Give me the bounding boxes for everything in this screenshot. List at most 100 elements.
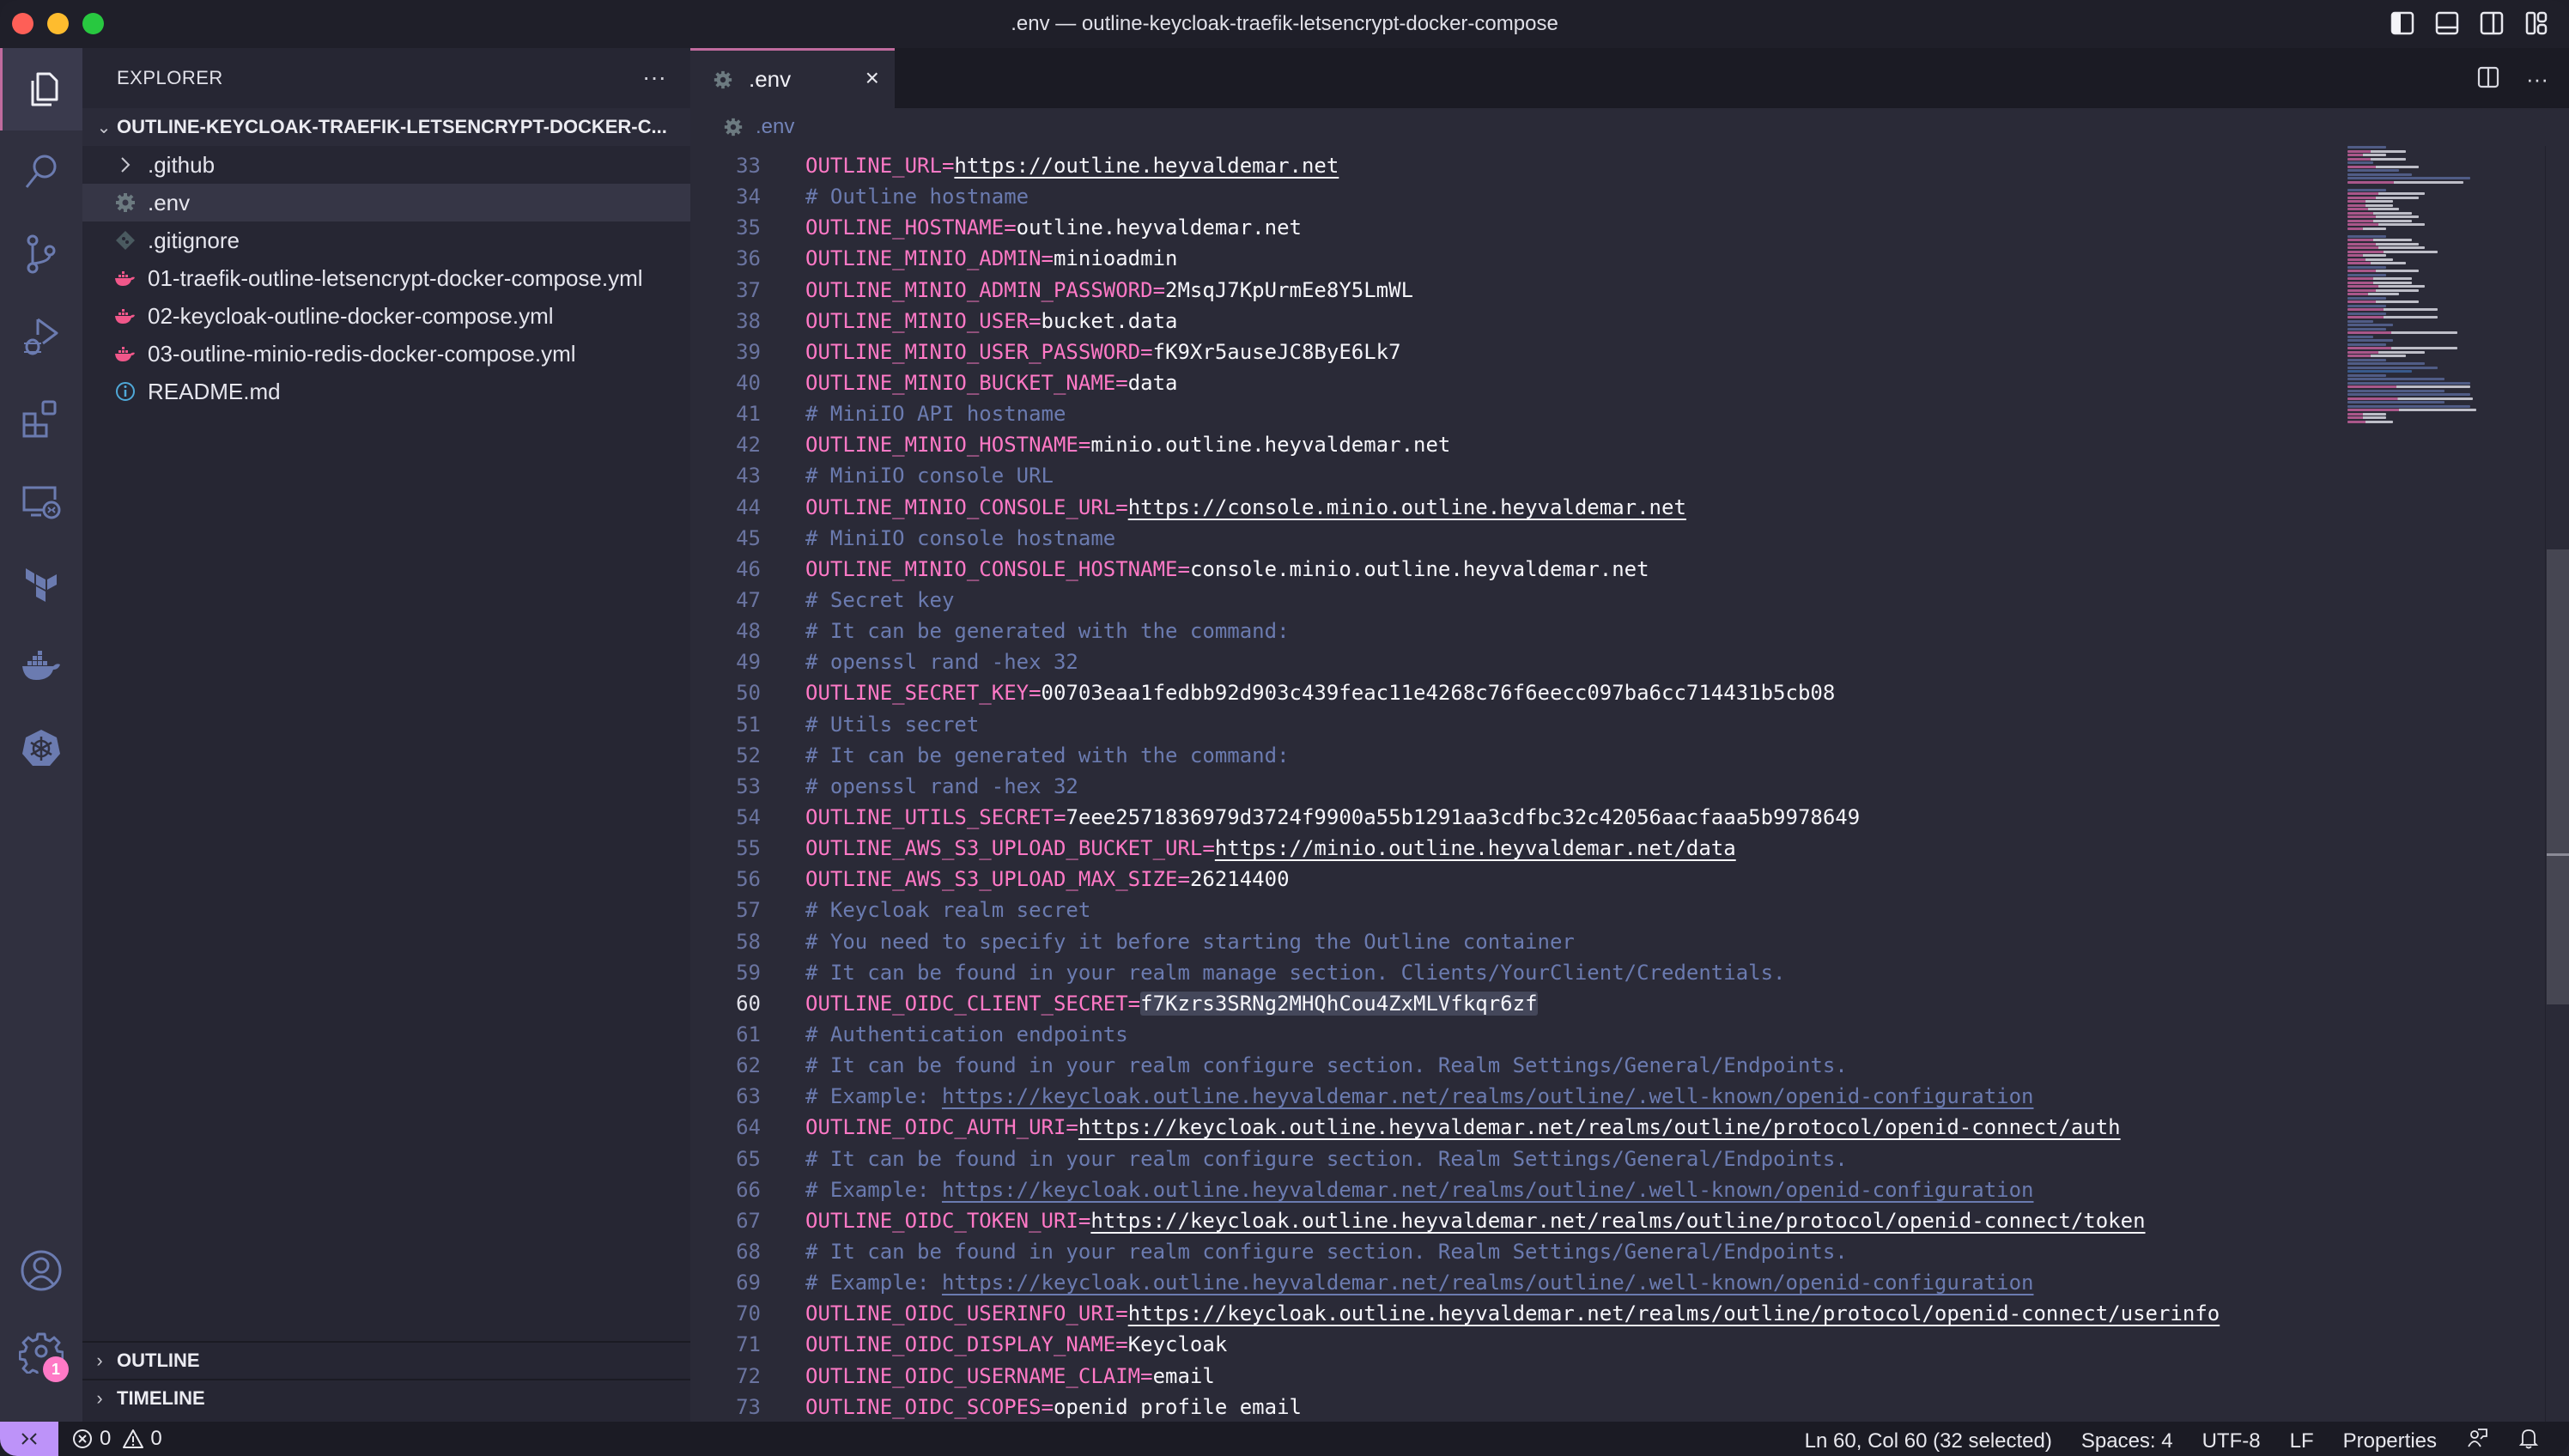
minimap-line xyxy=(2347,420,2393,423)
split-editor-icon[interactable] xyxy=(2476,65,2500,94)
activity-search[interactable] xyxy=(0,130,82,213)
code-line[interactable]: 47 # Secret key xyxy=(690,585,2339,616)
code-line[interactable]: 34 # Outline hostname xyxy=(690,181,2339,212)
outline-section-header[interactable]: › OUTLINE xyxy=(82,1341,690,1379)
vertical-scrollbar[interactable] xyxy=(2545,146,2569,1422)
code-line[interactable]: 42 OUTLINE_MINIO_HOSTNAME=minio.outline.h… xyxy=(690,429,2339,460)
editor-more-actions-icon[interactable]: ··· xyxy=(2526,66,2548,93)
line-content: # Outline hostname xyxy=(805,185,1029,209)
env-value-link[interactable]: https://outline.heyvaldemar.net xyxy=(954,154,1339,178)
code-line[interactable]: 59 # It can be found in your realm manage… xyxy=(690,957,2339,988)
tree-item-gitignore-file[interactable]: .gitignore xyxy=(82,221,690,259)
code-line[interactable]: 66 # Example: https://keycloak.outline.he… xyxy=(690,1174,2339,1205)
tree-item-compose-file-03[interactable]: 03-outline-minio-redis-docker-compose.ym… xyxy=(82,335,690,373)
tree-item-compose-file-02[interactable]: 02-keycloak-outline-docker-compose.yml xyxy=(82,297,690,335)
activity-docker[interactable] xyxy=(0,625,82,707)
activity-extensions[interactable] xyxy=(0,378,82,460)
code-line[interactable]: 55 OUTLINE_AWS_S3_UPLOAD_BUCKET_URL=https… xyxy=(690,833,2339,864)
workspace-root-folder[interactable]: ⌄ OUTLINE-KEYCLOAK-TRAEFIK-LETSENCRYPT-D… xyxy=(82,108,690,146)
encoding[interactable]: UTF-8 xyxy=(2202,1429,2261,1453)
code-line[interactable]: 64 OUTLINE_OIDC_AUTH_URI=https://keycloak… xyxy=(690,1112,2339,1143)
code-line[interactable]: 65 # It can be found in your realm config… xyxy=(690,1144,2339,1174)
code-line[interactable]: 33 OUTLINE_URL=https://outline.heyvaldema… xyxy=(690,150,2339,181)
code-line[interactable]: 36 OUTLINE_MINIO_ADMIN=minioadmin xyxy=(690,243,2339,274)
code-line[interactable]: 54 OUTLINE_UTILS_SECRET=7eee2571836979d37… xyxy=(690,802,2339,833)
env-value-link[interactable]: https://console.minio.outline.heyvaldema… xyxy=(1128,495,1686,519)
minimap[interactable] xyxy=(2347,146,2476,455)
info-icon xyxy=(108,380,143,403)
code-line[interactable]: 53 # openssl rand -hex 32 xyxy=(690,771,2339,802)
code-line[interactable]: 51 # Utils secret xyxy=(690,709,2339,740)
code-line[interactable]: 56 OUTLINE_AWS_S3_UPLOAD_MAX_SIZE=2621440… xyxy=(690,864,2339,895)
code-line[interactable]: 45 # MiniIO console hostname xyxy=(690,523,2339,554)
tree-item-github-folder[interactable]: .github xyxy=(82,146,690,184)
remote-indicator-button[interactable] xyxy=(0,1422,58,1456)
env-value-link[interactable]: https://minio.outline.heyvaldemar.net/da… xyxy=(1215,836,1736,860)
timeline-section-header[interactable]: › TIMELINE xyxy=(82,1379,690,1417)
code-line[interactable]: 58 # You need to specify it before starti… xyxy=(690,926,2339,957)
comment-link[interactable]: https://keycloak.outline.heyvaldemar.net… xyxy=(942,1271,2034,1295)
code-line[interactable]: 69 # Example: https://keycloak.outline.he… xyxy=(690,1267,2339,1298)
close-tab-button[interactable]: × xyxy=(865,64,879,92)
env-value-link[interactable]: https://keycloak.outline.heyvaldemar.net… xyxy=(1078,1115,2121,1139)
code-line[interactable]: 63 # Example: https://keycloak.outline.he… xyxy=(690,1081,2339,1112)
code-line[interactable]: 37 OUTLINE_MINIO_ADMIN_PASSWORD=2MsqJ7KpU… xyxy=(690,275,2339,306)
env-value-link[interactable]: https://keycloak.outline.heyvaldemar.net… xyxy=(1128,1301,2220,1326)
activity-run-debug[interactable] xyxy=(0,295,82,378)
env-value-link[interactable]: https://keycloak.outline.heyvaldemar.net… xyxy=(1090,1209,2145,1233)
activity-kubernetes[interactable] xyxy=(0,707,82,790)
activity-source-control[interactable] xyxy=(0,213,82,295)
account-button[interactable] xyxy=(0,1229,82,1312)
code-line[interactable]: 43 # MiniIO console URL xyxy=(690,460,2339,491)
activity-explorer[interactable] xyxy=(0,48,82,130)
explorer-more-actions-button[interactable]: ··· xyxy=(642,64,666,91)
code-line[interactable]: 48 # It can be generated with the command… xyxy=(690,616,2339,646)
code-line[interactable]: 39 OUTLINE_MINIO_USER_PASSWORD=fK9Xr5ause… xyxy=(690,337,2339,367)
feedback-icon[interactable] xyxy=(2466,1427,2488,1455)
code-editor[interactable]: 33 OUTLINE_URL=https://outline.heyvaldema… xyxy=(690,150,2339,1422)
comment-link[interactable]: https://keycloak.outline.heyvaldemar.net… xyxy=(942,1178,2034,1202)
tree-item-readme-file[interactable]: README.md xyxy=(82,373,690,410)
problems-indicator[interactable]: 0 0 xyxy=(72,1427,162,1451)
code-line[interactable]: 50 OUTLINE_SECRET_KEY=00703eaa1fedbb92d90… xyxy=(690,677,2339,708)
tab-env[interactable]: .env × xyxy=(690,48,895,108)
code-line[interactable]: 67 OUTLINE_OIDC_TOKEN_URI=https://keycloa… xyxy=(690,1205,2339,1236)
git-icon xyxy=(108,229,143,252)
breadcrumb-file[interactable]: .env xyxy=(756,115,794,139)
code-line[interactable]: 70 OUTLINE_OIDC_USERINFO_URI=https://keyc… xyxy=(690,1298,2339,1329)
tree-item-env-file[interactable]: .env xyxy=(82,184,690,221)
code-line[interactable]: 35 OUTLINE_HOSTNAME=outline.heyvaldemar.n… xyxy=(690,212,2339,243)
code-line[interactable]: 62 # It can be found in your realm config… xyxy=(690,1050,2339,1081)
code-line[interactable]: 57 # Keycloak realm secret xyxy=(690,895,2339,925)
code-line[interactable]: 68 # It can be found in your realm config… xyxy=(690,1236,2339,1267)
notifications-bell-icon[interactable] xyxy=(2517,1427,2540,1455)
manage-settings-button[interactable]: 1 xyxy=(0,1310,82,1392)
toggle-panel-icon[interactable] xyxy=(2435,10,2459,36)
minimap-line xyxy=(2347,312,2386,315)
code-line[interactable]: 52 # It can be generated with the command… xyxy=(690,740,2339,771)
comment-link[interactable]: https://keycloak.outline.heyvaldemar.net… xyxy=(942,1084,2034,1108)
code-line[interactable]: 44 OUTLINE_MINIO_CONSOLE_URL=https://cons… xyxy=(690,492,2339,523)
code-line[interactable]: 40 OUTLINE_MINIO_BUCKET_NAME=data xyxy=(690,367,2339,398)
toggle-primary-sidebar-icon[interactable] xyxy=(2390,10,2414,36)
code-line[interactable]: 61 # Authentication endpoints xyxy=(690,1019,2339,1050)
cursor-position[interactable]: Ln 60, Col 60 (32 selected) xyxy=(1805,1429,2052,1453)
code-line[interactable]: 46 OUTLINE_MINIO_CONSOLE_HOSTNAME=console… xyxy=(690,554,2339,585)
tree-item-compose-file-01[interactable]: 01-traefik-outline-letsencrypt-docker-co… xyxy=(82,259,690,297)
code-line[interactable]: 38 OUTLINE_MINIO_USER=bucket.data xyxy=(690,306,2339,337)
toggle-secondary-sidebar-icon[interactable] xyxy=(2480,10,2504,36)
code-line[interactable]: 49 # openssl rand -hex 32 xyxy=(690,646,2339,677)
code-line[interactable]: 60 OUTLINE_OIDC_CLIENT_SECRET=f7Kzrs3SRNg… xyxy=(690,988,2339,1019)
activity-terraform[interactable] xyxy=(0,543,82,625)
language-mode[interactable]: Properties xyxy=(2343,1429,2437,1453)
customize-layout-icon[interactable] xyxy=(2524,10,2548,36)
code-line[interactable]: 72 OUTLINE_OIDC_USERNAME_CLAIM=email xyxy=(690,1360,2339,1391)
chevron-down-icon: ⌄ xyxy=(96,118,112,137)
code-line[interactable]: 71 OUTLINE_OIDC_DISPLAY_NAME=Keycloak xyxy=(690,1329,2339,1360)
code-line[interactable]: 41 # MiniIO API hostname xyxy=(690,398,2339,429)
code-line[interactable]: 73 OUTLINE_OIDC_SCOPES=openid profile ema… xyxy=(690,1392,2339,1422)
indentation[interactable]: Spaces: 4 xyxy=(2081,1429,2173,1453)
activity-remote-explorer[interactable] xyxy=(0,460,82,543)
end-of-line[interactable]: LF xyxy=(2290,1429,2314,1453)
scrollbar-thumb[interactable] xyxy=(2547,549,2569,1004)
